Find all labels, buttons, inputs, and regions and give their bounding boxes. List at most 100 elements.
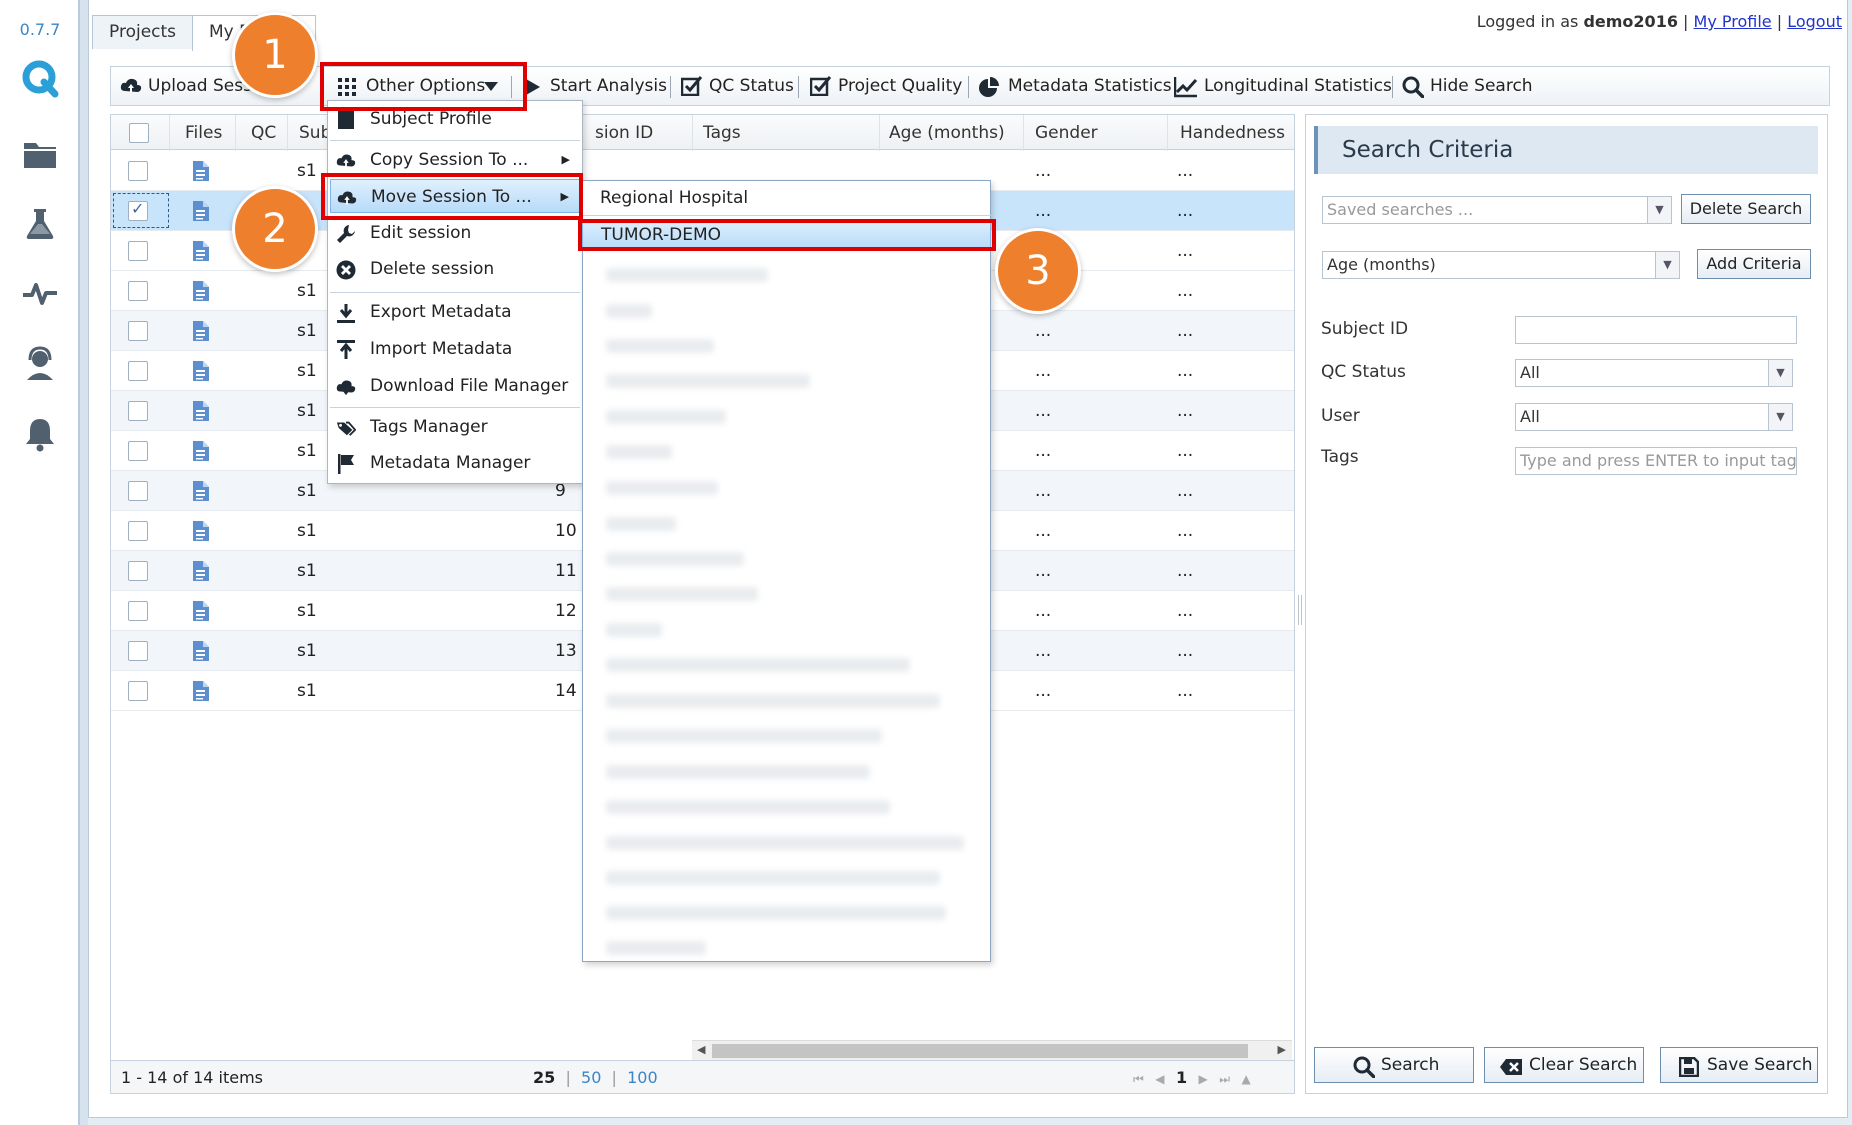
scroll-right-icon[interactable]: ▶	[1278, 1043, 1286, 1056]
blurred-project-item[interactable]	[606, 374, 810, 388]
row-checkbox[interactable]	[128, 401, 148, 421]
file-document-icon[interactable]	[191, 520, 211, 542]
file-document-icon[interactable]	[191, 600, 211, 622]
search-button[interactable]: Search	[1314, 1047, 1474, 1083]
file-document-icon[interactable]	[191, 560, 211, 582]
blurred-project-item[interactable]	[606, 481, 718, 495]
menu-item-edit-session[interactable]: Edit session	[330, 216, 580, 250]
next-page-icon[interactable]: ▶	[1199, 1072, 1208, 1086]
qc-status-select[interactable]: All ▼	[1515, 359, 1793, 387]
subject-id-input[interactable]	[1515, 316, 1797, 344]
column-files[interactable]: Files	[185, 115, 222, 151]
support-agent-icon[interactable]	[20, 344, 60, 384]
tags-input[interactable]: Type and press ENTER to input tag	[1515, 447, 1797, 475]
row-checkbox[interactable]	[128, 521, 148, 541]
blurred-project-item[interactable]	[606, 623, 662, 637]
page-size-100[interactable]: 100	[627, 1068, 658, 1087]
clear-search-button[interactable]: Clear Search	[1484, 1047, 1644, 1083]
user-select[interactable]: All ▼	[1515, 403, 1793, 431]
tab-projects[interactable]: Projects	[92, 15, 194, 49]
page-size-50[interactable]: 50	[581, 1068, 601, 1087]
column-qc[interactable]: QC	[251, 115, 276, 151]
row-checkbox[interactable]	[128, 681, 148, 701]
scroll-top-icon[interactable]: ▲	[1242, 1072, 1251, 1086]
saved-searches-select[interactable]: Saved searches ... ▼	[1322, 196, 1672, 224]
flask-icon[interactable]	[20, 204, 60, 244]
menu-item-tags-manager[interactable]: Tags Manager	[330, 410, 580, 444]
blurred-project-item[interactable]	[606, 552, 744, 566]
first-page-icon[interactable]: ⏮	[1133, 1072, 1144, 1086]
gender-cell: ...	[1035, 361, 1052, 381]
blurred-project-item[interactable]	[606, 517, 676, 531]
blurred-project-item[interactable]	[606, 268, 768, 282]
file-document-icon[interactable]	[191, 360, 211, 382]
blurred-project-item[interactable]	[606, 836, 964, 850]
row-checkbox[interactable]	[128, 481, 148, 501]
file-document-icon[interactable]	[191, 440, 211, 462]
row-checkbox[interactable]	[128, 199, 148, 221]
blurred-project-item[interactable]	[606, 800, 890, 814]
scroll-left-icon[interactable]: ◀	[697, 1043, 705, 1056]
row-checkbox[interactable]	[128, 441, 148, 461]
row-checkbox[interactable]	[128, 161, 148, 181]
add-criteria-button[interactable]: Add Criteria	[1697, 249, 1811, 279]
row-checkbox[interactable]	[128, 601, 148, 621]
blurred-project-item[interactable]	[606, 304, 652, 318]
file-document-icon[interactable]	[191, 200, 211, 222]
blurred-project-item[interactable]	[606, 765, 870, 779]
column-gender[interactable]: Gender	[1035, 115, 1098, 151]
column-handedness[interactable]: Handedness	[1180, 115, 1285, 151]
file-document-icon[interactable]	[191, 240, 211, 262]
activity-pulse-icon[interactable]	[20, 274, 60, 314]
blurred-project-item[interactable]	[606, 941, 706, 955]
row-checkbox[interactable]	[128, 321, 148, 341]
blurred-project-item[interactable]	[606, 587, 758, 601]
column-session-id[interactable]: sion ID	[595, 115, 653, 151]
criteria-select[interactable]: Age (months) ▼	[1322, 251, 1680, 279]
blurred-project-item[interactable]	[606, 410, 726, 424]
menu-item-delete-session[interactable]: Delete session	[330, 252, 580, 286]
blurred-project-item[interactable]	[606, 658, 910, 672]
current-page[interactable]: 1	[1176, 1068, 1187, 1087]
last-page-icon[interactable]: ⏭	[1219, 1072, 1230, 1086]
save-search-button[interactable]: Save Search	[1660, 1047, 1818, 1083]
blurred-project-item[interactable]	[606, 871, 940, 885]
prev-page-icon[interactable]: ◀	[1155, 1072, 1164, 1086]
file-document-icon[interactable]	[191, 320, 211, 342]
folder-icon[interactable]	[20, 134, 60, 174]
submenu-item-regional-hospital[interactable]: Regional Hospital	[600, 183, 748, 213]
blurred-project-item[interactable]	[606, 694, 940, 708]
menu-item-import-metadata[interactable]: Import Metadata	[330, 332, 580, 366]
menu-item-metadata-manager[interactable]: Metadata Manager	[330, 446, 580, 480]
panel-splitter[interactable]	[1298, 595, 1302, 625]
menu-item-download-file-manager[interactable]: Download File Manager	[330, 369, 580, 403]
file-document-icon[interactable]	[191, 160, 211, 182]
column-tags[interactable]: Tags	[703, 115, 741, 151]
file-document-icon[interactable]	[191, 680, 211, 702]
delete-search-button[interactable]: Delete Search	[1681, 194, 1811, 224]
scrollbar-thumb[interactable]	[712, 1044, 1248, 1058]
file-document-icon[interactable]	[191, 280, 211, 302]
file-document-icon[interactable]	[191, 400, 211, 422]
row-checkbox[interactable]	[128, 361, 148, 381]
blurred-project-item[interactable]	[606, 445, 672, 459]
logout-link[interactable]: Logout	[1787, 12, 1842, 31]
q-logo-icon[interactable]	[20, 58, 60, 98]
menu-item-copy-session[interactable]: Copy Session To ... ▶	[330, 143, 580, 177]
select-all-checkbox[interactable]	[129, 123, 149, 143]
bell-icon[interactable]	[20, 414, 60, 454]
blurred-project-item[interactable]	[606, 339, 714, 353]
row-checkbox[interactable]	[128, 241, 148, 261]
my-profile-link[interactable]: My Profile	[1694, 12, 1772, 31]
row-checkbox[interactable]	[128, 281, 148, 301]
file-document-icon[interactable]	[191, 480, 211, 502]
blurred-project-item[interactable]	[606, 906, 946, 920]
row-checkbox[interactable]	[128, 641, 148, 661]
row-checkbox[interactable]	[128, 561, 148, 581]
column-age[interactable]: Age (months)	[889, 115, 1005, 151]
menu-item-export-metadata[interactable]: Export Metadata	[330, 295, 580, 329]
page-size-25[interactable]: 25	[533, 1068, 555, 1087]
horizontal-scrollbar[interactable]: ◀ ▶	[692, 1040, 1292, 1060]
blurred-project-item[interactable]	[606, 729, 882, 743]
file-document-icon[interactable]	[191, 640, 211, 662]
